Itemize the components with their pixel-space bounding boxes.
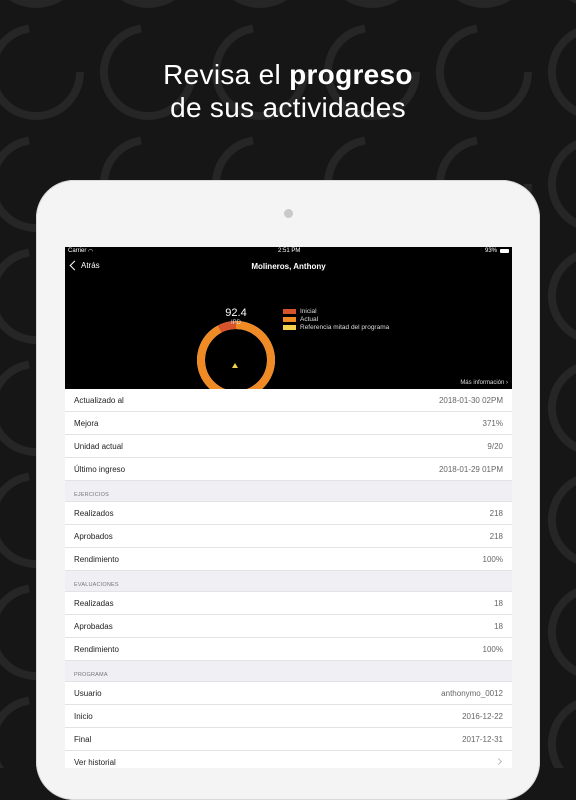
chevron-right-icon: › [506,380,508,386]
section-header-evaluaciones: EVALUACIONES [65,571,512,592]
summary-row: Unidad actual 9/20 [65,435,512,458]
evaluaciones-row: Aprobadas 18 [65,615,512,638]
row-value: 218 [489,532,503,541]
background-ring [9,0,63,8]
summary-list: Actualizado al 2018-01-30 02PM Mejora 371%… [65,389,512,481]
row-label: Usuario [74,689,102,698]
legend-item: Actual [283,315,389,323]
row-label: Realizados [74,509,114,518]
background-ring [548,252,576,340]
status-bar: Carrier ◠ 2:51 PM 93% [65,247,512,257]
row-value: 100% [482,645,503,654]
headline: Revisa el progreso de sus actividades [0,58,576,124]
row-value: 2018-01-30 02PM [438,396,503,405]
donut-actual-arc [197,321,275,399]
row-label: Mejora [74,419,99,428]
page-title: Molineros, Anthony [251,262,326,271]
row-value: 371% [482,419,503,428]
row-value: 2018-01-29 01PM [438,465,503,474]
background-ring [548,140,576,228]
section-title: EVALUACIONES [74,582,119,588]
legend-item: Inicial [283,307,389,315]
headline-line2: de sus actividades [170,92,406,123]
background-ring [548,700,576,768]
legend-swatch-actual [283,316,296,322]
legend-label: Referencia mitad del programa [300,323,390,331]
ver-historial-label: Ver historial [74,758,116,767]
summary-row: Mejora 371% [65,412,512,435]
programa-row: Usuario anthonymo_0012 [65,682,512,705]
row-label: Aprobados [74,532,113,541]
row-value: 9/20 [487,442,503,451]
background-ring [548,588,576,676]
section-title: PROGRAMA [74,672,108,678]
section-header-programa: PROGRAMA [65,661,512,682]
background-ring [121,0,175,8]
app-screen: Carrier ◠ 2:51 PM 93% Atrás Molineros, A… [65,247,512,768]
nav-bar: Atrás Molineros, Anthony [65,257,512,277]
row-label: Actualizado al [74,396,124,405]
battery-icon [500,249,509,253]
evaluaciones-row: Rendimiento 100% [65,638,512,661]
headline-prefix: Revisa el [163,59,290,90]
midprogram-marker-icon [232,363,238,368]
row-label: Último ingreso [74,465,126,474]
row-value: 100% [482,555,503,564]
ejercicios-row: Rendimiento 100% [65,548,512,571]
section-header-ejercicios: EJERCICIOS [65,481,512,502]
more-info-link[interactable]: Más información › [460,380,508,386]
section-title: EJERCICIOS [74,492,110,498]
row-value: 2016-12-22 [462,712,503,721]
headline-bold-word: progreso [289,59,413,90]
row-value: anthonymo_0012 [441,689,503,698]
progress-hero: 92.4 IPD Inicial Actual Referencia mitad… [65,277,512,399]
more-info-label: Más información [460,380,505,386]
chevron-right-icon [494,757,503,766]
background-ring [548,364,576,452]
legend-item: Referencia mitad del programa [283,323,389,331]
summary-row: Último ingreso 2018-01-29 01PM [65,458,512,481]
status-time: 2:51 PM [278,248,301,254]
carrier-label: Carrier [68,248,87,254]
row-label: Final [74,735,92,744]
ipad-camera [284,209,293,218]
ver-historial-row[interactable]: Ver historial [65,751,512,768]
ejercicios-row: Aprobados 218 [65,525,512,548]
background-ring [233,0,287,8]
wifi-icon: ◠ [88,249,94,255]
legend: Inicial Actual Referencia mitad del prog… [283,307,389,331]
row-label: Rendimiento [74,555,119,564]
programa-row: Final 2017-12-31 [65,728,512,751]
row-label: Rendimiento [74,645,119,654]
ejercicios-row: Realizados 218 [65,502,512,525]
legend-label: Inicial [300,307,317,315]
evaluaciones-row: Realizadas 18 [65,592,512,615]
donut-center: 92.4 IPD [194,307,278,326]
programa-row: Inicio 2016-12-22 [65,705,512,728]
summary-row: Actualizado al 2018-01-30 02PM [65,389,512,412]
legend-swatch-referencia [283,324,296,330]
background-ring [548,476,576,564]
background-ring [457,0,511,8]
ipd-value: 92.4 [225,307,247,319]
row-value: 18 [494,599,503,608]
row-value: 2017-12-31 [462,735,503,744]
legend-label: Actual [300,315,319,323]
background-ring [345,0,399,8]
row-label: Unidad actual [74,442,123,451]
row-label: Aprobadas [74,622,113,631]
row-value: 18 [494,622,503,631]
background-ring [569,0,576,4]
row-value: 218 [489,509,503,518]
legend-swatch-inicial [283,308,296,314]
ipd-label: IPD [230,320,241,326]
row-label: Realizadas [74,599,114,608]
row-label: Inicio [74,712,93,721]
battery-percent: 93% [484,248,497,254]
